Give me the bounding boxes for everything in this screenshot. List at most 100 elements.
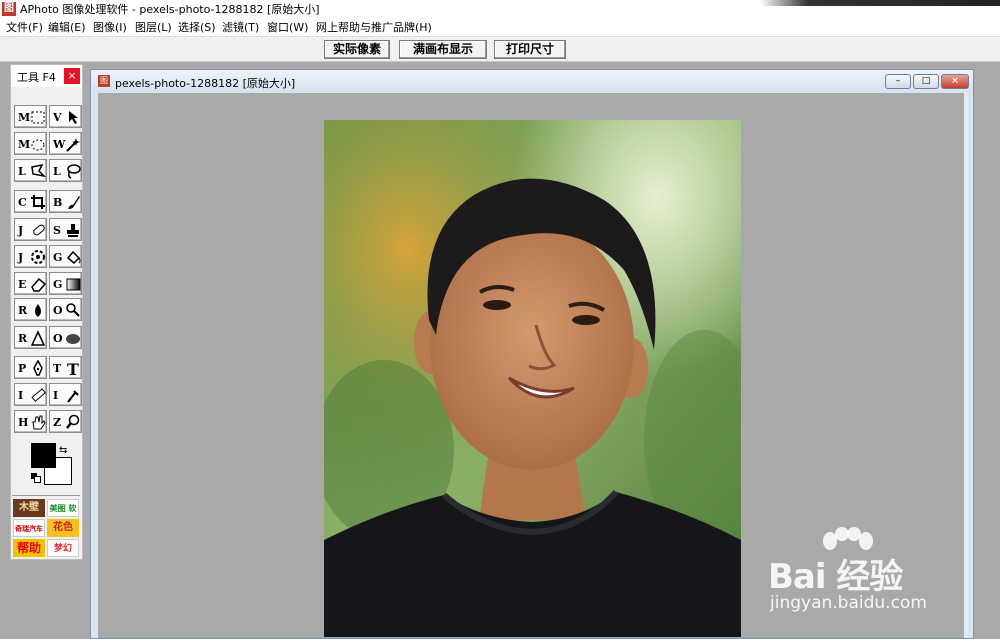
tool-shortcut-key: I	[53, 389, 59, 402]
watermark-url: jingyan.baidu.com	[770, 593, 927, 613]
tool-shortcut-key: M	[18, 138, 31, 151]
tool-ruler-button[interactable]: I	[14, 383, 47, 406]
tool-shortcut-key: T	[53, 362, 62, 375]
tool-dodge-button[interactable]: O	[49, 298, 82, 321]
tools-panel-close-button[interactable]: ×	[64, 68, 80, 84]
default-colors-icon[interactable]	[31, 473, 41, 483]
tool-shortcut-key: C	[18, 196, 27, 209]
menu-help[interactable]: 网上帮助与推广品牌(H)	[316, 20, 432, 35]
actual-pixels-button[interactable]: 实际像素	[324, 40, 390, 59]
tool-eyedropper-button[interactable]: I	[49, 383, 82, 406]
tool-shortcut-key: R	[18, 332, 28, 345]
swap-colors-icon[interactable]: ⇆	[59, 445, 67, 456]
eraser-icon	[31, 277, 46, 292]
portrait-photo[interactable]	[324, 120, 741, 637]
tool-sharpen-button[interactable]: R	[14, 326, 47, 349]
hand-icon	[32, 415, 46, 430]
foreground-color-swatch[interactable]	[31, 443, 56, 468]
title-bar-shadow	[760, 0, 1000, 6]
menu-window[interactable]: 窗口(W)	[267, 20, 308, 35]
tool-shortcut-key: S	[53, 224, 61, 237]
document-icon: 图	[98, 75, 110, 87]
tool-shortcut-key: B	[53, 196, 63, 209]
watermark-brand: Bai 经验	[768, 557, 903, 597]
menu-image[interactable]: 图像(I)	[93, 20, 127, 35]
menu-file[interactable]: 文件(F)	[6, 20, 43, 35]
maximize-button[interactable]: □	[913, 74, 939, 89]
tool-ellipse-marquee-button[interactable]: M	[14, 132, 47, 155]
menu-bar: 文件(F) 编辑(E) 图像(I) 图层(L) 选择(S) 滤镜(T) 窗口(W…	[0, 19, 1000, 37]
app-icon: 图	[2, 2, 16, 16]
tool-shortcut-key: G	[53, 251, 63, 264]
tool-shortcut-key: J	[18, 224, 24, 237]
logo-help[interactable]: 帮助	[13, 539, 45, 557]
document-title: pexels-photo-1288182 [原始大小]	[115, 77, 296, 90]
tool-move-button[interactable]: V	[49, 105, 82, 128]
fit-canvas-button[interactable]: 满画布显示	[399, 40, 487, 59]
logo-flower[interactable]: 花色	[47, 519, 79, 537]
tool-shortcut-key: E	[18, 278, 27, 291]
tool-blur-button[interactable]: R	[14, 298, 47, 321]
tool-shortcut-key: H	[18, 416, 29, 429]
healing-icon	[33, 224, 45, 236]
brush-icon	[68, 196, 80, 209]
logo-meitu[interactable]: 美图 软件	[47, 499, 79, 531]
tool-eraser-button[interactable]: E	[14, 272, 47, 295]
tool-red-eye-button[interactable]: J	[14, 245, 47, 268]
logo-chery[interactable]: 奇瑞汽车	[13, 519, 45, 537]
rect-marquee-icon	[31, 111, 45, 124]
tools-panel: 工具 F4 × MVMWLLCBJSJGEGROROPTTIIHZ ⇆ 木壁 美…	[10, 64, 83, 560]
paint-bucket-icon	[66, 250, 81, 265]
tool-paint-bucket-button[interactable]: G	[49, 245, 82, 268]
tool-shortcut-key: R	[18, 304, 28, 317]
tool-rect-marquee-button[interactable]: M	[14, 105, 47, 128]
dodge-icon	[66, 303, 80, 317]
menu-layer[interactable]: 图层(L)	[135, 20, 172, 35]
tools-panel-header: 工具 F4 ×	[11, 65, 82, 87]
menu-select[interactable]: 选择(S)	[178, 20, 216, 35]
lasso-icon	[67, 164, 81, 179]
tool-shortcut-key: M	[18, 111, 31, 124]
tool-shortcut-key: V	[53, 111, 62, 124]
baidu-watermark: Bai 经验 jingyan.baidu.com	[768, 527, 968, 617]
app-title: APhoto 图像处理软件 - pexels-photo-1288182 [原始…	[20, 3, 320, 16]
tool-shortcut-key: P	[18, 362, 27, 375]
tool-healing-button[interactable]: J	[14, 218, 47, 241]
move-icon	[69, 111, 78, 124]
print-size-button[interactable]: 打印尺寸	[494, 40, 566, 59]
tool-lasso-button[interactable]: L	[49, 159, 82, 182]
crop-icon	[31, 195, 45, 209]
tool-shortcut-key: I	[18, 389, 24, 402]
logo-muqiang[interactable]: 木壁	[13, 499, 45, 517]
close-button[interactable]: ×	[941, 74, 969, 89]
ruler-icon	[31, 388, 46, 402]
tool-shortcut-key: G	[53, 278, 63, 291]
tool-polygon-lasso-button[interactable]: L	[14, 159, 47, 182]
tool-pen-button[interactable]: P	[14, 356, 47, 379]
tool-shortcut-key: Z	[53, 416, 62, 429]
tool-zoom-button[interactable]: Z	[49, 410, 82, 433]
logo-menghuan[interactable]: 梦幻	[47, 539, 79, 557]
tool-shortcut-key: L	[18, 165, 26, 178]
svg-text:T: T	[67, 360, 79, 376]
tool-gradient-button[interactable]: G	[49, 272, 82, 295]
text-icon: T	[67, 360, 79, 376]
menu-filter[interactable]: 滤镜(T)	[222, 20, 259, 35]
menu-edit[interactable]: 编辑(E)	[48, 20, 86, 35]
minimize-button[interactable]: –	[885, 74, 911, 89]
sponge-icon	[66, 334, 80, 344]
tool-text-button[interactable]: TT	[49, 356, 82, 379]
tool-magic-wand-button[interactable]: W	[49, 132, 82, 155]
red-eye-icon	[31, 250, 45, 264]
ellipse-marquee-icon	[31, 139, 45, 151]
tool-shortcut-key: J	[18, 251, 24, 264]
blur-icon	[35, 304, 41, 317]
tool-sponge-button[interactable]: O	[49, 326, 82, 349]
stamp-icon	[67, 224, 79, 237]
polygon-lasso-icon	[31, 163, 46, 178]
tool-crop-button[interactable]: C	[14, 190, 47, 213]
tool-stamp-button[interactable]: S	[49, 218, 82, 241]
tool-hand-button[interactable]: H	[14, 410, 47, 433]
magic-wand-icon	[66, 138, 80, 152]
tool-brush-button[interactable]: B	[49, 190, 82, 213]
